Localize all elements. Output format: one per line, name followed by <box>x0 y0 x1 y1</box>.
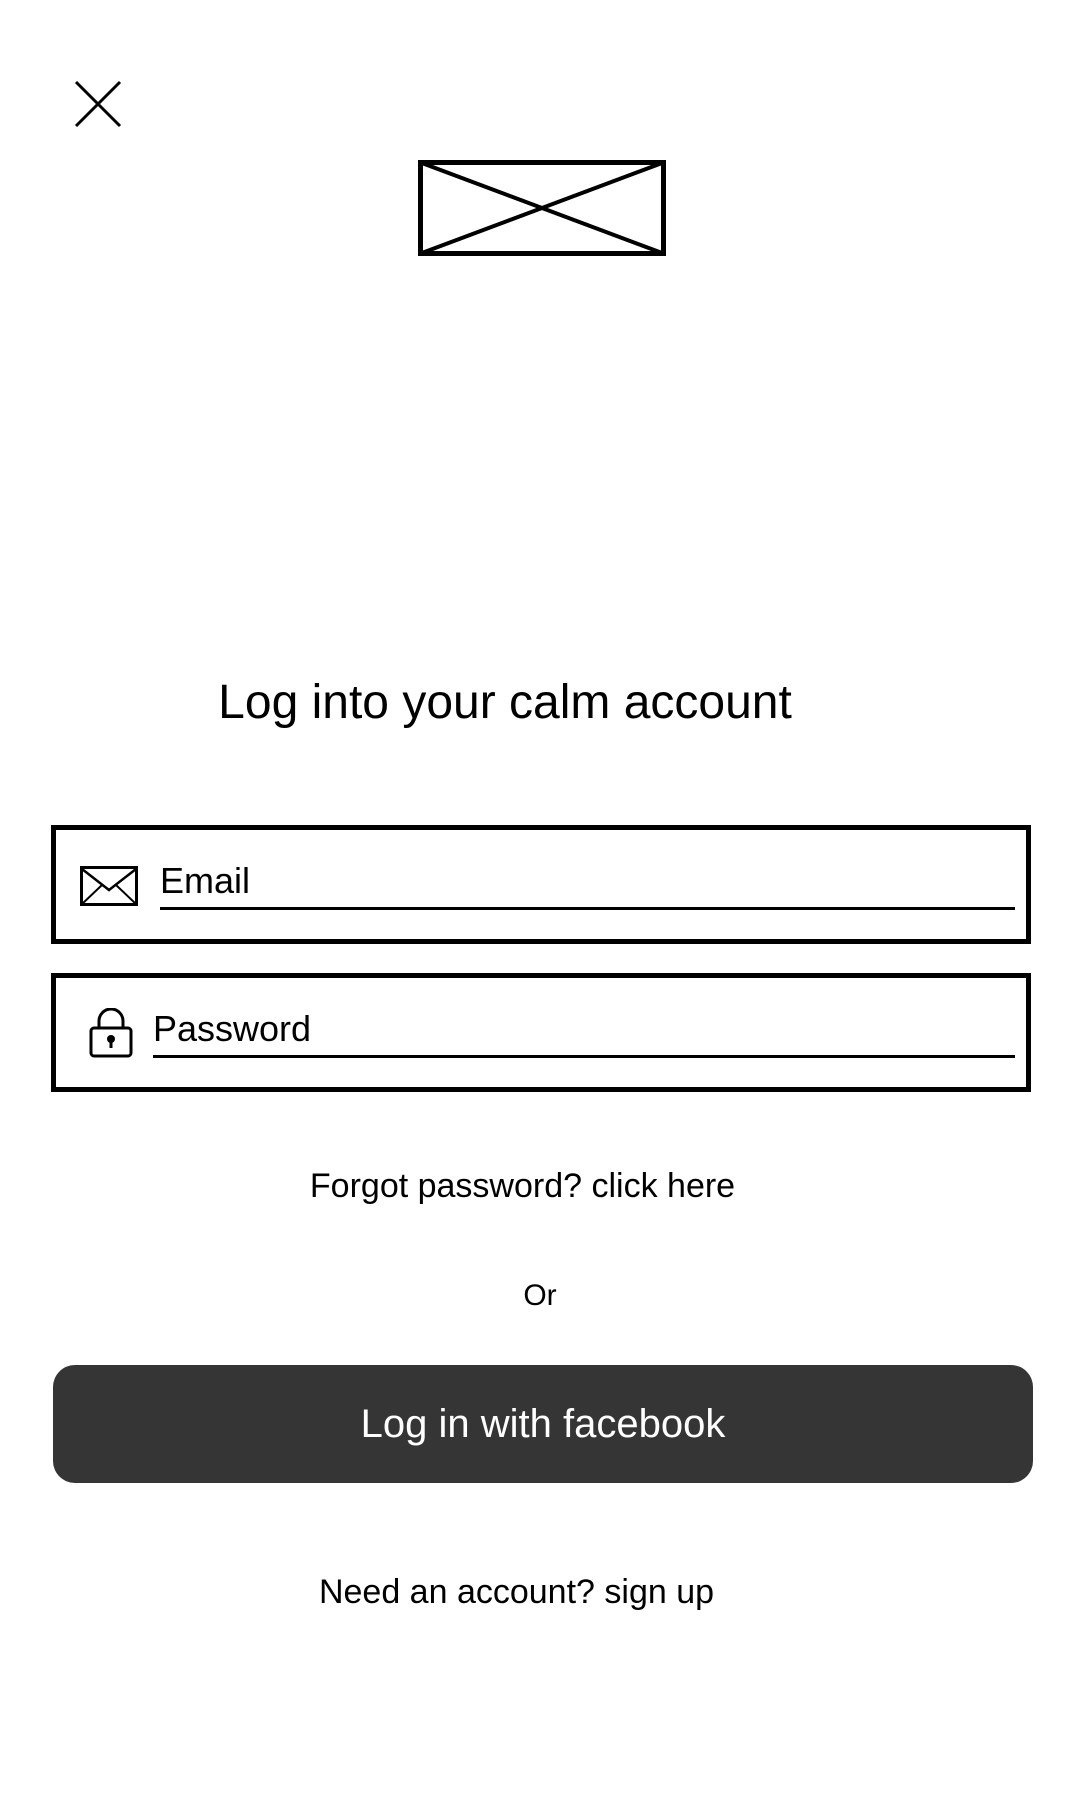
or-divider-text: Or <box>523 1279 557 1312</box>
password-input[interactable] <box>153 1002 1015 1058</box>
close-icon[interactable] <box>74 80 122 128</box>
email-input[interactable] <box>160 854 1015 910</box>
envelope-icon <box>80 866 138 906</box>
password-field-container <box>51 973 1031 1092</box>
facebook-login-label: Log in with facebook <box>360 1402 726 1446</box>
signup-link[interactable]: Need an account? sign up <box>0 1570 1033 1614</box>
facebook-login-button[interactable]: Log in with facebook <box>53 1365 1033 1483</box>
image-placeholder-icon <box>418 160 666 256</box>
email-field-container <box>51 825 1031 944</box>
lock-icon <box>89 1008 133 1058</box>
forgot-password-link[interactable]: Forgot password? click here <box>0 1164 1045 1208</box>
close-button[interactable] <box>74 80 122 128</box>
logo-placeholder <box>418 160 666 256</box>
page-title: Log into your calm account <box>218 676 792 729</box>
